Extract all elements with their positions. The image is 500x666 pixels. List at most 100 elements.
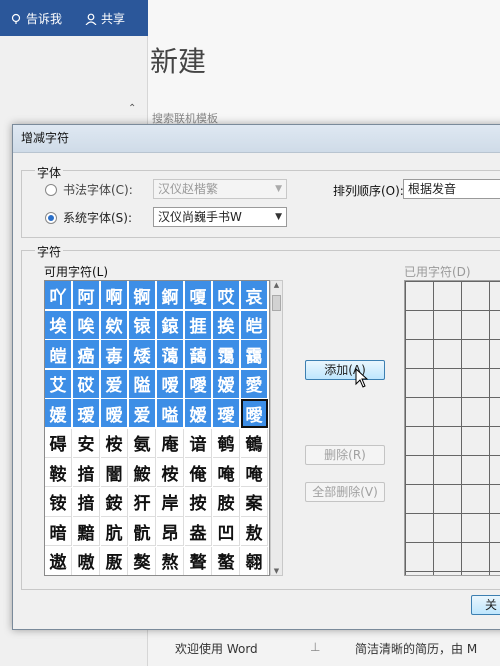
char-cell[interactable]: 鮟 (129, 458, 156, 487)
char-cell[interactable]: 暧 (101, 399, 128, 428)
scroll-up-arrow-icon[interactable]: ▲ (272, 281, 281, 289)
char-cell[interactable]: 遨 (45, 546, 72, 575)
char-cell[interactable]: 庵 (157, 428, 184, 458)
pin-icon[interactable]: ⊥ (310, 640, 320, 654)
char-cell[interactable]: 凹 (213, 517, 240, 546)
char-cell[interactable]: 錒 (157, 281, 184, 310)
char-cell[interactable]: 嗌 (157, 399, 184, 428)
char-cell[interactable]: 胺 (213, 487, 240, 517)
sort-order-select[interactable]: 根据发音 (403, 179, 500, 199)
char-cell[interactable]: 犴 (129, 487, 156, 517)
char-cell[interactable]: 桉 (157, 458, 184, 487)
welcome-template-label[interactable]: 欢迎使用 Word (175, 640, 258, 657)
char-cell[interactable]: 嫒 (213, 369, 240, 399)
char-cell[interactable]: 碍 (45, 428, 72, 458)
close-button[interactable]: 关 (471, 595, 500, 615)
char-cell[interactable]: 案 (241, 487, 268, 517)
char-cell[interactable]: 嗷 (73, 546, 100, 575)
char-cell[interactable]: 哎 (213, 281, 240, 310)
char-cell[interactable]: 谙 (185, 428, 212, 458)
char-cell[interactable]: 敖 (241, 517, 268, 546)
add-button[interactable]: 添加(A) (305, 360, 385, 380)
char-cell[interactable]: 聱 (185, 546, 212, 575)
share-button[interactable]: 共享 (85, 10, 125, 27)
calligraphy-font-select[interactable]: 汉仪赵楷繁 ▼ (153, 179, 287, 199)
char-cell[interactable]: 岸 (157, 487, 184, 517)
char-cell[interactable]: 鞍 (45, 458, 72, 487)
char-cell[interactable]: 瑷 (73, 399, 100, 428)
char-cell[interactable]: 暗 (45, 517, 72, 546)
char-cell[interactable]: 挨 (213, 310, 240, 340)
char-cell[interactable]: 啊 (101, 281, 128, 310)
char-cell[interactable]: 埃 (45, 310, 72, 340)
char-cell[interactable]: 藹 (185, 340, 212, 369)
char-cell[interactable]: 曖 (241, 399, 268, 428)
tell-me-button[interactable]: 告诉我 (10, 10, 62, 27)
char-cell[interactable]: 獒 (129, 546, 156, 575)
char-cell[interactable]: 揞 (73, 458, 100, 487)
char-cell[interactable]: 艾 (45, 369, 72, 399)
char-cell[interactable]: 捱 (185, 310, 212, 340)
char-cell[interactable]: 黯 (73, 517, 100, 546)
char-cell[interactable]: 愛 (241, 369, 268, 399)
used-chars-grid[interactable] (404, 280, 500, 576)
char-cell[interactable]: 螯 (213, 546, 240, 575)
char-cell[interactable]: 熬 (157, 546, 184, 575)
char-cell[interactable]: 哀 (241, 281, 268, 310)
char-cell[interactable]: 唵 (213, 458, 240, 487)
char-cell[interactable]: 揞 (73, 487, 100, 517)
char-cell[interactable]: 昂 (157, 517, 184, 546)
char-cell[interactable]: 矮 (129, 340, 156, 369)
char-cell[interactable]: 噯 (185, 369, 212, 399)
char-cell[interactable]: 骯 (129, 517, 156, 546)
system-font-radio[interactable]: 系统字体(S): (45, 209, 132, 226)
char-cell[interactable]: 璦 (213, 399, 240, 428)
char-cell[interactable]: 爱 (129, 399, 156, 428)
char-cell[interactable]: 唉 (73, 310, 100, 340)
char-cell[interactable]: 锿 (129, 310, 156, 340)
char-cell[interactable]: 厫 (101, 546, 128, 575)
char-cell[interactable]: 按 (185, 487, 212, 517)
char-cell[interactable]: 锕 (129, 281, 156, 310)
char-cell[interactable]: 嗳 (157, 369, 184, 399)
char-cell[interactable]: 皚 (45, 340, 72, 369)
remove-all-button[interactable]: 全部删除(V) (305, 482, 385, 502)
chevron-up-icon[interactable]: ⌃ (128, 103, 136, 114)
system-font-select[interactable]: 汉仪尚巍手书W ▼ (153, 207, 287, 227)
char-cell[interactable]: 阿 (73, 281, 100, 310)
char-cell[interactable]: 靄 (241, 340, 268, 369)
char-cell[interactable]: 媛 (45, 399, 72, 428)
scroll-down-arrow-icon[interactable]: ▼ (272, 567, 281, 575)
calligraphy-font-radio[interactable]: 书法字体(C): (45, 181, 133, 198)
char-cell[interactable]: 皑 (241, 310, 268, 340)
char-cell[interactable]: 毐 (101, 340, 128, 369)
char-cell[interactable]: 翱 (241, 546, 268, 575)
char-cell[interactable]: 癌 (73, 340, 100, 369)
char-cell[interactable]: 砹 (73, 369, 100, 399)
char-cell[interactable]: 銨 (101, 487, 128, 517)
radio-unchecked[interactable] (45, 183, 57, 196)
char-cell[interactable]: 吖 (45, 281, 72, 310)
char-cell[interactable]: 俺 (185, 458, 212, 487)
char-cell[interactable]: 鵪 (241, 428, 268, 458)
char-cell[interactable]: 霭 (213, 340, 240, 369)
char-cell[interactable]: 安 (73, 428, 100, 458)
char-cell[interactable]: 鹌 (213, 428, 240, 458)
char-cell[interactable]: 闇 (101, 458, 128, 487)
available-chars-grid[interactable]: 吖阿啊锕錒嗄哎哀埃唉欸锿鎄捱挨皑皚癌毐矮蔼藹霭靄艾砹爱隘嗳噯嫒愛媛瑷暧爱嗌嫒璦曖… (44, 280, 270, 576)
available-chars-scrollbar[interactable]: ▲ ▼ (270, 280, 283, 576)
char-cell[interactable]: 蔼 (157, 340, 184, 369)
char-cell[interactable]: 欸 (101, 310, 128, 340)
radio-checked[interactable] (45, 211, 57, 224)
char-cell[interactable]: 鎄 (157, 310, 184, 340)
char-cell[interactable]: 唵 (241, 458, 268, 487)
remove-button[interactable]: 删除(R) (305, 445, 385, 465)
char-cell[interactable]: 氨 (129, 428, 156, 458)
char-cell[interactable]: 嫒 (185, 399, 212, 428)
scrollbar-thumb[interactable] (272, 295, 281, 311)
char-cell[interactable]: 铵 (45, 487, 72, 517)
char-cell[interactable]: 爱 (101, 369, 128, 399)
resume-template-label[interactable]: 简洁清晰的简历，由 M (355, 640, 477, 657)
char-cell[interactable]: 嗄 (185, 281, 212, 310)
char-cell[interactable]: 隘 (129, 369, 156, 399)
